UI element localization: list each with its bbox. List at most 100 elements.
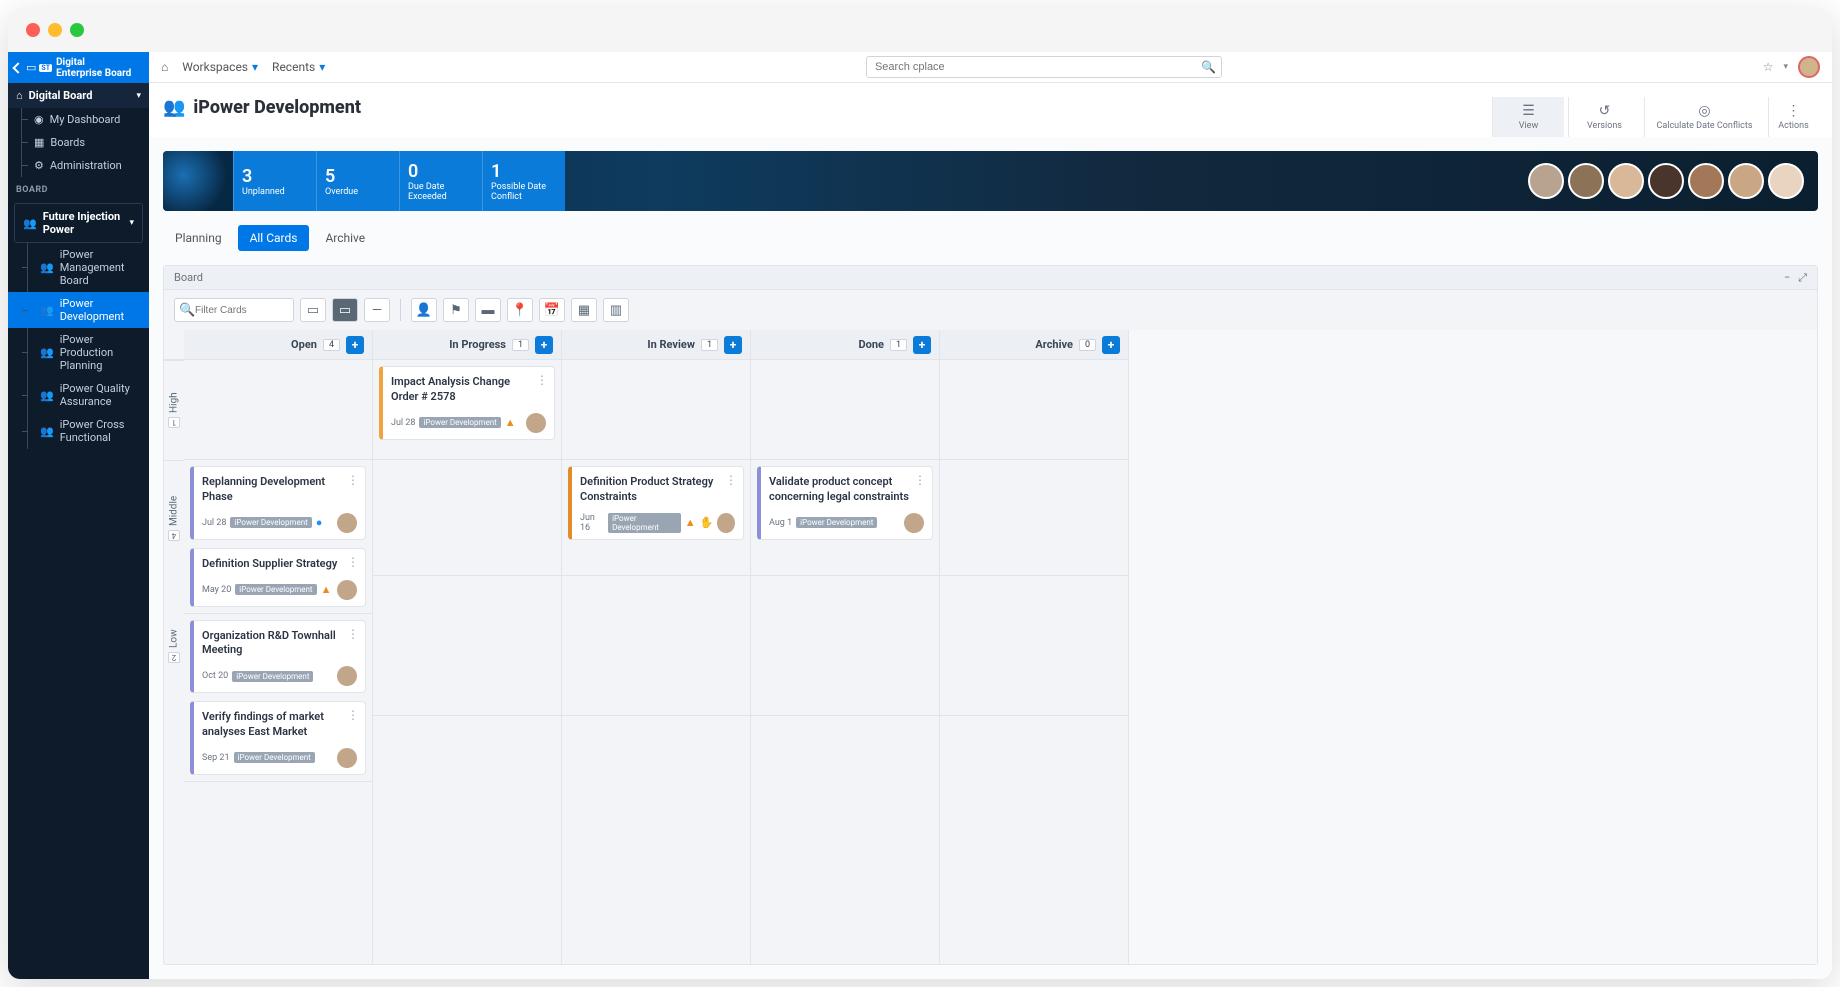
view-action[interactable]: ☰View (1492, 97, 1564, 137)
card[interactable]: Validate product concept concerning lega… (757, 466, 933, 540)
filter-flag-button[interactable]: ⚑ (443, 298, 469, 322)
assignee-avatar[interactable] (337, 580, 357, 600)
avatar[interactable] (1648, 163, 1684, 199)
stat-unplanned[interactable]: 3Unplanned (233, 151, 316, 211)
history-icon: ↺ (1573, 103, 1636, 119)
warning-icon: ▲ (505, 416, 516, 429)
board-toolbar: 🔍 ▭ ▭ — 👤 ⚑ ▬ 📍 📅 ▦ ▥ (164, 290, 1817, 330)
card-menu-icon[interactable]: ⋮ (347, 627, 359, 641)
people-icon: 👥 (163, 97, 185, 118)
card[interactable]: Replanning Development Phase ⋮ Jul 28 iP… (190, 466, 366, 540)
avatar[interactable] (1768, 163, 1804, 199)
avatar[interactable] (1528, 163, 1564, 199)
sidebar-item-label: iPower Quality Assurance (60, 382, 141, 408)
close-window-icon[interactable] (26, 23, 40, 37)
avatar[interactable] (1608, 163, 1644, 199)
board-panel-title: Board − ⤢ (164, 266, 1817, 290)
card[interactable]: Verify findings of market analyses East … (190, 701, 366, 775)
card-menu-icon[interactable]: ⋮ (725, 473, 737, 487)
card-menu-icon[interactable]: ⋮ (536, 373, 548, 387)
minimize-window-icon[interactable] (48, 23, 62, 37)
add-card-button[interactable]: + (535, 336, 553, 354)
gear-icon: ⚙ (34, 159, 44, 172)
sidebar-item-management-board[interactable]: 👥 iPower Management Board (8, 243, 149, 292)
board-icon: ▦ (34, 136, 44, 149)
filter-user-button[interactable]: 👤 (411, 298, 437, 322)
sidebar-item-cross-functional[interactable]: 👥 iPower Cross Functional (8, 413, 149, 449)
sidebar-section-label: Digital Board (29, 89, 93, 102)
stat-overdue[interactable]: 5Overdue (316, 151, 399, 211)
versions-action[interactable]: ↺Versions (1568, 97, 1640, 137)
chevron-down-icon: ▾ (252, 60, 258, 74)
workspaces-label: Workspaces (182, 60, 248, 74)
tab-all-cards[interactable]: All Cards (238, 225, 310, 251)
sidebar-item-label: Boards (50, 136, 85, 149)
swimlane-high[interactable]: 1 High (164, 360, 184, 460)
swimlane-middle[interactable]: 4 Middle (164, 460, 184, 576)
filter-tag-button[interactable]: ▬ (475, 298, 501, 322)
workspaces-menu[interactable]: Workspaces ▾ (182, 60, 258, 74)
view-card-button[interactable]: ▭ (332, 298, 358, 322)
add-card-button[interactable]: + (913, 336, 931, 354)
assignee-avatar[interactable] (904, 513, 924, 533)
search-icon: 🔍 (179, 303, 195, 318)
sidebar-item-label: iPower Development (60, 297, 141, 323)
avatar[interactable] (1728, 163, 1764, 199)
sidebar-item-production-planning[interactable]: 👥 iPower Production Planning (8, 328, 149, 377)
card[interactable]: Impact Analysis Change Order # 2578 ⋮ Ju… (379, 366, 555, 440)
view-compact-button[interactable]: ▭ (300, 298, 326, 322)
calculate-conflicts-action[interactable]: ◎Calculate Date Conflicts (1644, 97, 1764, 137)
sidebar-item-ipower-development[interactable]: 👥 iPower Development (8, 292, 149, 328)
card[interactable]: Definition Supplier Strategy ⋮ May 20 iP… (190, 548, 366, 607)
stat-due-exceeded[interactable]: 0Due Date Exceeded (399, 151, 482, 211)
card[interactable]: Organization R&D Townhall Meeting ⋮ Oct … (190, 620, 366, 694)
filter-columns-button[interactable]: ▥ (603, 298, 629, 322)
sidebar-item-boards[interactable]: ▦ Boards (8, 131, 149, 154)
browser-titlebar (8, 8, 1832, 52)
collapse-sidebar-icon[interactable] (12, 62, 23, 73)
chevron-down-icon: ▾ (129, 218, 134, 228)
tab-planning[interactable]: Planning (163, 225, 234, 251)
add-card-button[interactable]: + (346, 336, 364, 354)
filter-date-button[interactable]: 📅 (539, 298, 565, 322)
stat-date-conflict[interactable]: 1Possible Date Conflict (482, 151, 565, 211)
sidebar-section-digital-board[interactable]: ⌂ Digital Board ▾ (8, 83, 149, 108)
search-icon[interactable]: 🔍 (1201, 60, 1216, 74)
board-tabs: Planning All Cards Archive (149, 225, 1832, 251)
add-card-button[interactable]: + (724, 336, 742, 354)
card[interactable]: Definition Product Strategy Constraints … (568, 466, 744, 540)
assignee-avatar[interactable] (337, 666, 357, 686)
search-input[interactable] (866, 56, 1222, 78)
expand-panel-icon[interactable]: ⤢ (1798, 271, 1807, 285)
filter-location-button[interactable]: 📍 (507, 298, 533, 322)
tab-archive[interactable]: Archive (313, 225, 377, 251)
card-menu-icon[interactable]: ⋮ (347, 708, 359, 722)
minimize-panel-icon[interactable]: − (1784, 271, 1790, 285)
chevron-down-icon[interactable]: ▾ (1783, 62, 1788, 72)
avatar[interactable] (1688, 163, 1724, 199)
avatar[interactable] (1568, 163, 1604, 199)
recents-menu[interactable]: Recents ▾ (272, 60, 325, 74)
people-icon: 👥 (23, 217, 37, 230)
sidebar-item-administration[interactable]: ⚙ Administration (8, 154, 149, 177)
sidebar-section-future-injection[interactable]: 👥 Future Injection Power ▾ (14, 203, 143, 243)
assignee-avatar[interactable] (337, 513, 357, 533)
home-button[interactable]: ⌂ (161, 60, 168, 74)
sidebar-item-quality-assurance[interactable]: 👥 iPower Quality Assurance (8, 377, 149, 413)
filter-grid-button[interactable]: ▦ (571, 298, 597, 322)
actions-menu[interactable]: ⋮Actions (1768, 97, 1818, 137)
sidebar-item-dashboard[interactable]: ◉ My Dashboard (8, 108, 149, 131)
star-icon[interactable]: ☆ (1763, 60, 1774, 74)
card-menu-icon[interactable]: ⋮ (914, 473, 926, 487)
assignee-avatar[interactable] (337, 748, 357, 768)
assignee-avatar[interactable] (526, 413, 546, 433)
view-minimal-button[interactable]: — (364, 298, 390, 322)
add-card-button[interactable]: + (1102, 336, 1120, 354)
user-avatar[interactable] (1798, 56, 1820, 78)
maximize-window-icon[interactable] (70, 23, 84, 37)
card-menu-icon[interactable]: ⋮ (347, 473, 359, 487)
sidebar-brand[interactable]: ▭ ST Digital Enterprise Board (8, 52, 149, 83)
card-menu-icon[interactable]: ⋮ (347, 555, 359, 569)
assignee-avatar[interactable] (717, 513, 735, 533)
swimlane-low[interactable]: 2 Low (164, 576, 184, 716)
